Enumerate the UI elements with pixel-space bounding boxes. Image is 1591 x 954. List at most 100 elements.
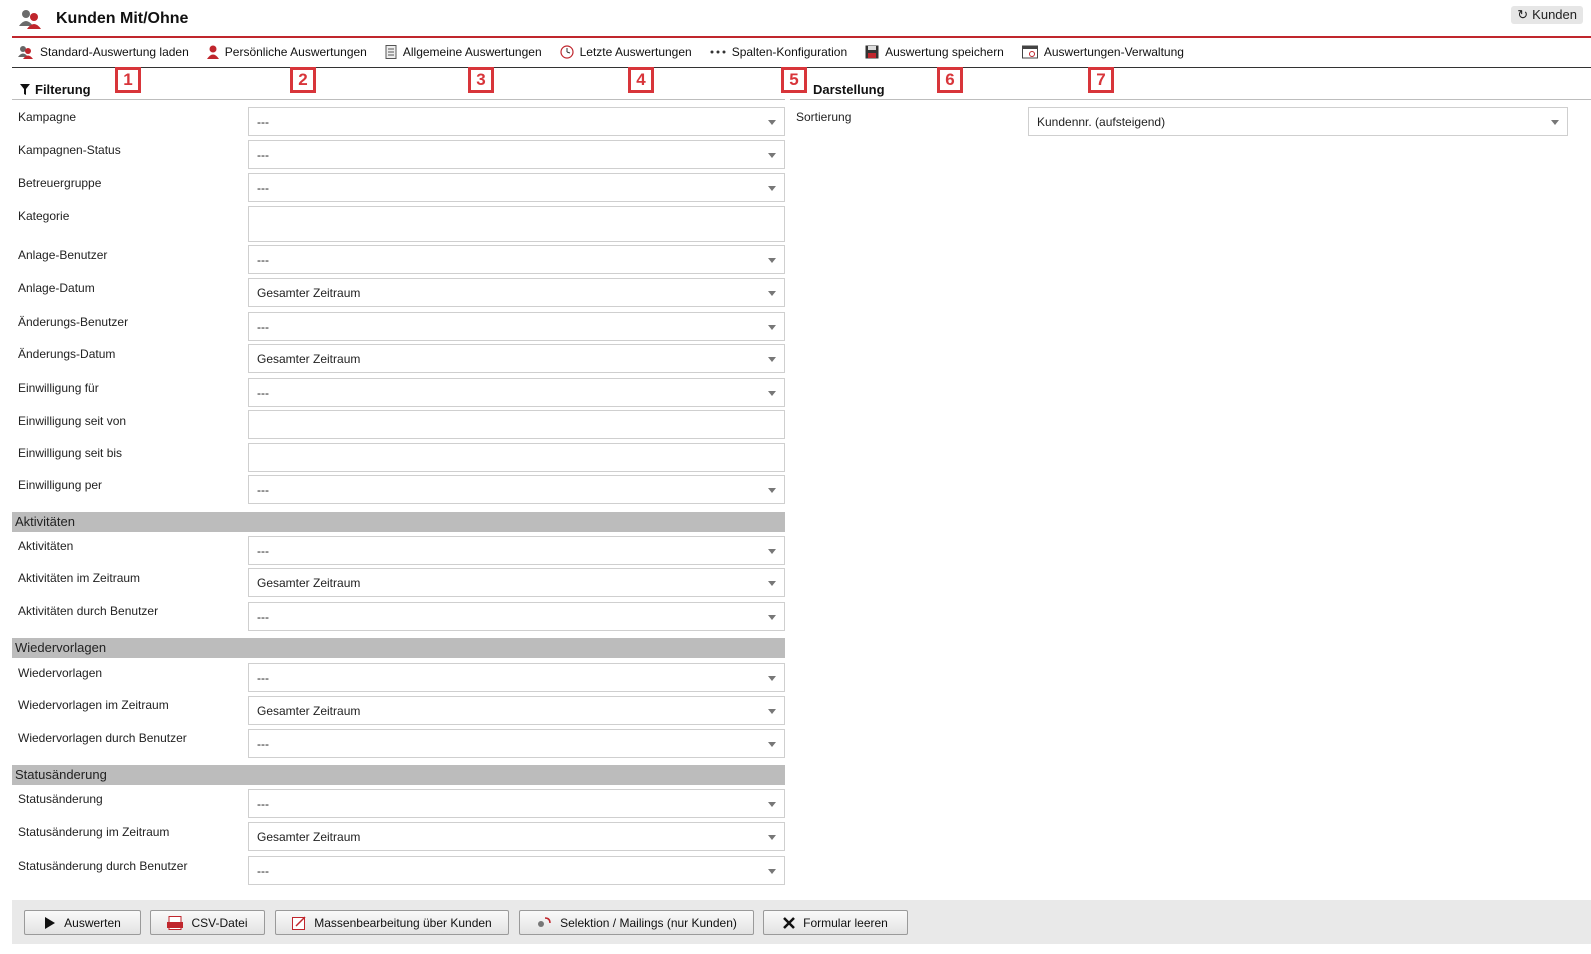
save-report-button[interactable]: Auswertung speichern [865,45,1004,59]
floppy-icon [865,45,879,59]
column-config-button[interactable]: Spalten-Konfiguration [710,45,847,59]
label-einwilligung-seit-von: Einwilligung seit von [18,414,127,428]
report-management-button[interactable]: Auswertungen-Verwaltung [1021,45,1184,59]
einwilligung-seit-von-input[interactable] [248,410,785,439]
statusaenderung-zeitraum-select[interactable]: Gesamter Zeitraum [248,822,785,851]
annotation-badge-5: 5 [781,67,807,93]
wiedervorlagen-zeitraum-select[interactable]: Gesamter Zeitraum [248,696,785,725]
einwilligung-fuer-select[interactable]: --- [248,378,785,407]
group-header-wiedervorlagen: Wiedervorlagen [12,638,785,658]
mass-edit-button[interactable]: Massenbearbeitung über Kunden [275,910,509,935]
toolbar: Standard-Auswertung laden Persönliche Au… [18,43,1202,61]
chevron-down-icon [768,291,776,296]
anlage-datum-select[interactable]: Gesamter Zeitraum [248,278,785,307]
aktivitaeten-select[interactable]: --- [248,536,785,565]
load-standard-report-button[interactable]: Standard-Auswertung laden [18,45,189,59]
dots-icon [710,50,726,54]
chevron-down-icon [768,391,776,396]
kampagne-select[interactable]: --- [248,107,785,136]
chevron-down-icon [768,709,776,714]
label-sortierung: Sortierung [796,110,852,124]
refresh-icon: ↻ [1517,7,1529,22]
filter-section-underline [12,99,785,100]
label-kampagnen-status: Kampagnen-Status [18,143,121,157]
chevron-down-icon [768,742,776,747]
statusaenderung-benutzer-select[interactable]: --- [248,856,785,885]
betreuergruppe-select[interactable]: --- [248,173,785,202]
clear-form-button[interactable]: Formular leeren [763,910,908,935]
label-anlage-datum: Anlage-Datum [18,281,95,295]
annotation-badge-1: 1 [115,67,141,93]
play-icon [45,916,56,929]
anlage-benutzer-select[interactable]: --- [248,245,785,274]
einwilligung-seit-bis-input[interactable] [248,443,785,472]
chevron-down-icon [768,581,776,586]
chevron-down-icon [768,676,776,681]
aktivitaeten-zeitraum-select[interactable]: Gesamter Zeitraum [248,568,785,597]
annotation-badge-7: 7 [1088,67,1114,93]
csv-export-button[interactable]: CSV-Datei [150,910,265,935]
chevron-down-icon [768,258,776,263]
label-kampagne: Kampagne [18,110,77,124]
document-icon [385,45,397,59]
label-anlage-benutzer: Anlage-Benutzer [18,248,108,262]
auswerten-button[interactable]: Auswerten [24,910,141,935]
chevron-down-icon [768,615,776,620]
recent-reports-button[interactable]: Letzte Auswertungen [560,45,692,59]
chevron-down-icon [768,153,776,158]
label-einwilligung-fuer: Einwilligung für [18,381,99,395]
general-reports-button[interactable]: Allgemeine Auswertungen [385,45,542,59]
filter-icon [20,84,30,95]
label-wiedervorlagen-benutzer: Wiedervorlagen durch Benutzer [18,731,187,745]
selection-mailings-button[interactable]: Selektion / Mailings (nur Kunden) [519,910,754,935]
customers-icon [19,8,43,30]
aktivitaeten-benutzer-select[interactable]: --- [248,602,785,631]
label-aktivitaeten-benutzer: Aktivitäten durch Benutzer [18,604,159,618]
label-wiedervorlagen-zeitraum: Wiedervorlagen im Zeitraum [18,698,169,712]
user-icon [206,45,219,59]
darstellung-section-header: Darstellung [813,82,885,97]
label-aenderungs-datum: Änderungs-Datum [18,347,116,361]
aenderungs-benutzer-select[interactable]: --- [248,312,785,341]
clock-icon [560,45,574,59]
users-icon [18,46,33,59]
header-divider [12,36,1591,38]
page-title: Kunden Mit/Ohne [56,10,189,27]
label-statusaenderung-benutzer: Statusänderung durch Benutzer [18,859,188,873]
label-kategorie: Kategorie [18,209,70,223]
label-statusaenderung: Statusänderung [18,792,103,806]
window-icon [1021,45,1038,59]
label-aktivitaeten: Aktivitäten [18,539,74,553]
sortierung-select[interactable]: Kundennr. (aufsteigend) [1028,107,1568,136]
group-header-statusaenderung: Statusänderung [12,765,785,785]
csv-icon [167,915,184,930]
edit-icon [292,915,306,930]
aenderungs-datum-select[interactable]: Gesamter Zeitraum [248,344,785,373]
group-header-aktivitaeten: Aktivitäten [12,512,785,532]
kategorie-input[interactable] [248,206,785,242]
mailing-icon [538,916,551,927]
chevron-down-icon [768,802,776,807]
wiedervorlagen-benutzer-select[interactable]: --- [248,729,785,758]
annotation-badge-2: 2 [290,67,316,93]
chevron-down-icon [768,120,776,125]
statusaenderung-select[interactable]: --- [248,789,785,818]
einwilligung-per-select[interactable]: --- [248,475,785,504]
chevron-down-icon [1551,120,1559,125]
back-to-kunden-button[interactable]: ↻ Kunden [1511,6,1583,24]
personal-reports-button[interactable]: Persönliche Auswertungen [206,45,367,59]
chevron-down-icon [768,549,776,554]
annotation-badge-4: 4 [628,67,654,93]
label-einwilligung-per: Einwilligung per [18,478,103,492]
label-aktivitaeten-zeitraum: Aktivitäten im Zeitraum [18,571,141,585]
label-statusaenderung-zeitraum: Statusänderung im Zeitraum [18,825,170,839]
close-icon [783,916,796,929]
chevron-down-icon [768,325,776,330]
darstellung-section-underline [790,99,1591,100]
kampagnen-status-select[interactable]: --- [248,140,785,169]
annotation-badge-3: 3 [468,67,494,93]
label-einwilligung-seit-bis: Einwilligung seit bis [18,446,123,460]
wiedervorlagen-select[interactable]: --- [248,663,785,692]
label-betreuergruppe: Betreuergruppe [18,176,102,190]
chevron-down-icon [768,869,776,874]
